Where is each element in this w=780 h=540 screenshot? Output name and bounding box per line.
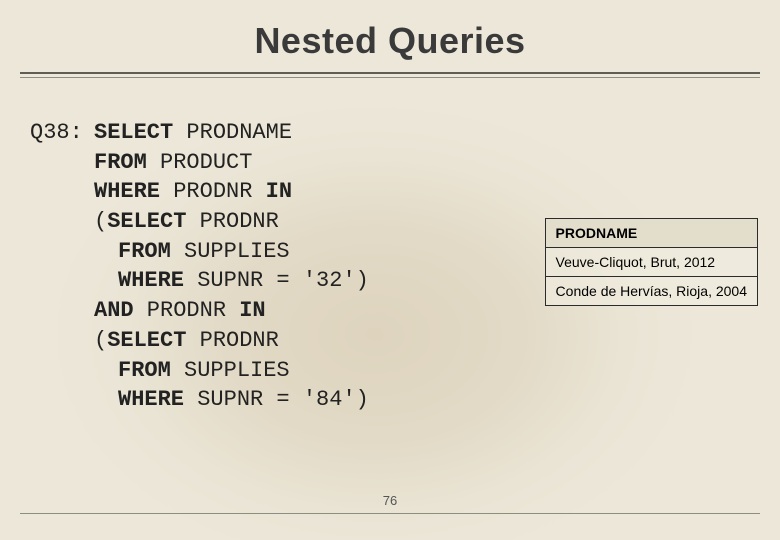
col-prodname: PRODNAME [173,120,292,145]
footer-line [20,513,760,514]
kw-in: IN [266,179,292,204]
kw-in-2: IN [239,298,265,323]
paren-open-2: ( [94,328,107,353]
kw-where-sub1: WHERE [118,268,184,293]
cell-prodname: Veuve-Cliquot, Brut, 2012 [545,248,757,277]
kw-from-sub2: FROM [118,358,171,383]
table-header-row: PRODNAME [545,219,757,248]
slide: Nested Queries Q38:SELECT PRODNAME FROM … [0,0,780,540]
txt-supnr-84: SUPNR = '84') [184,387,369,412]
kw-from-sub1: FROM [118,239,171,264]
col-prodnr-sub1: PRODNR [186,209,278,234]
title-underline [20,72,760,78]
kw-select-sub1: SELECT [107,209,186,234]
table-row: Veuve-Cliquot, Brut, 2012 [545,248,757,277]
kw-where-sub2: WHERE [118,387,184,412]
kw-where: WHERE [94,179,160,204]
txt-prodnr: PRODNR [160,179,266,204]
page-number: 76 [0,493,780,508]
col-header-prodname: PRODNAME [545,219,757,248]
kw-select-sub2: SELECT [107,328,186,353]
result-table: PRODNAME Veuve-Cliquot, Brut, 2012 Conde… [545,218,758,306]
tbl-supplies-sub1: SUPPLIES [171,239,290,264]
txt-supnr-32: SUPNR = '32') [184,268,369,293]
table-row: Conde de Hervías, Rioja, 2004 [545,277,757,306]
cell-prodname: Conde de Hervías, Rioja, 2004 [545,277,757,306]
sql-query: Q38:SELECT PRODNAME FROM PRODUCT WHERE P… [30,118,369,415]
paren-open: ( [94,209,107,234]
kw-from: FROM [94,150,147,175]
kw-and: AND [94,298,134,323]
slide-title: Nested Queries [0,20,780,62]
query-label: Q38: [30,118,94,148]
tbl-supplies-sub2: SUPPLIES [171,358,290,383]
kw-select: SELECT [94,120,173,145]
txt-prodnr-2: PRODNR [134,298,240,323]
col-prodnr-sub2: PRODNR [186,328,278,353]
tbl-product: PRODUCT [147,150,253,175]
